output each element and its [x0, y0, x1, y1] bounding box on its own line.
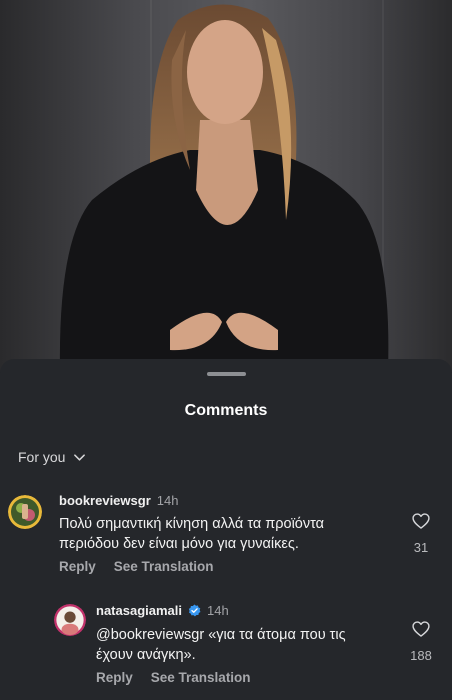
- comment-text: Πολύ σημαντική κίνηση αλλά τα προϊόντα π…: [59, 514, 324, 554]
- verified-badge-icon: [188, 604, 201, 617]
- reply-button[interactable]: Reply: [96, 670, 133, 685]
- comments-sheet: Comments For you bookreviewsgr 14h Πολύ …: [0, 359, 452, 700]
- avatar[interactable]: [54, 604, 86, 636]
- filter-label: For you: [18, 449, 66, 465]
- see-translation-button[interactable]: See Translation: [114, 559, 214, 574]
- like-count: 31: [413, 540, 429, 555]
- comment-username[interactable]: bookreviewsgr: [59, 493, 151, 508]
- comment-text: @bookreviewsgr «για τα άτομα που τις έχο…: [96, 625, 346, 665]
- like-control: 31: [406, 511, 436, 555]
- comment-text-line: @bookreviewsgr «για τα άτομα που τις: [96, 627, 346, 643]
- comment-username[interactable]: natasagiamali: [96, 603, 182, 618]
- like-count: 188: [410, 648, 432, 663]
- video-player[interactable]: [0, 0, 452, 372]
- sheet-grabber-handle[interactable]: [207, 372, 246, 376]
- video-person-image: [59, 4, 389, 372]
- comment-time: 14h: [207, 603, 229, 618]
- avatar[interactable]: [8, 495, 42, 529]
- comment-text-line: έχουν ανάγκη».: [96, 647, 196, 663]
- comment-header: bookreviewsgr 14h: [59, 493, 178, 508]
- comment-actions: Reply See Translation: [59, 559, 214, 574]
- comment-time: 14h: [156, 493, 179, 508]
- comment-text-line: Πολύ σημαντική κίνηση αλλά τα προϊόντα: [59, 516, 325, 532]
- heart-icon[interactable]: [411, 511, 431, 531]
- comment-text-line: περιόδου δεν είναι μόνο για γυναίκες.: [59, 536, 299, 552]
- sheet-title: Comments: [184, 402, 268, 419]
- chevron-down-icon: [74, 453, 86, 461]
- like-control: 188: [406, 619, 436, 663]
- comment-header: natasagiamali 14h: [96, 603, 229, 618]
- see-translation-button[interactable]: See Translation: [151, 670, 251, 685]
- comment-actions: Reply See Translation: [96, 670, 251, 685]
- comments-filter-dropdown[interactable]: For you: [18, 449, 86, 465]
- heart-icon[interactable]: [411, 619, 431, 639]
- reply-button[interactable]: Reply: [59, 559, 96, 574]
